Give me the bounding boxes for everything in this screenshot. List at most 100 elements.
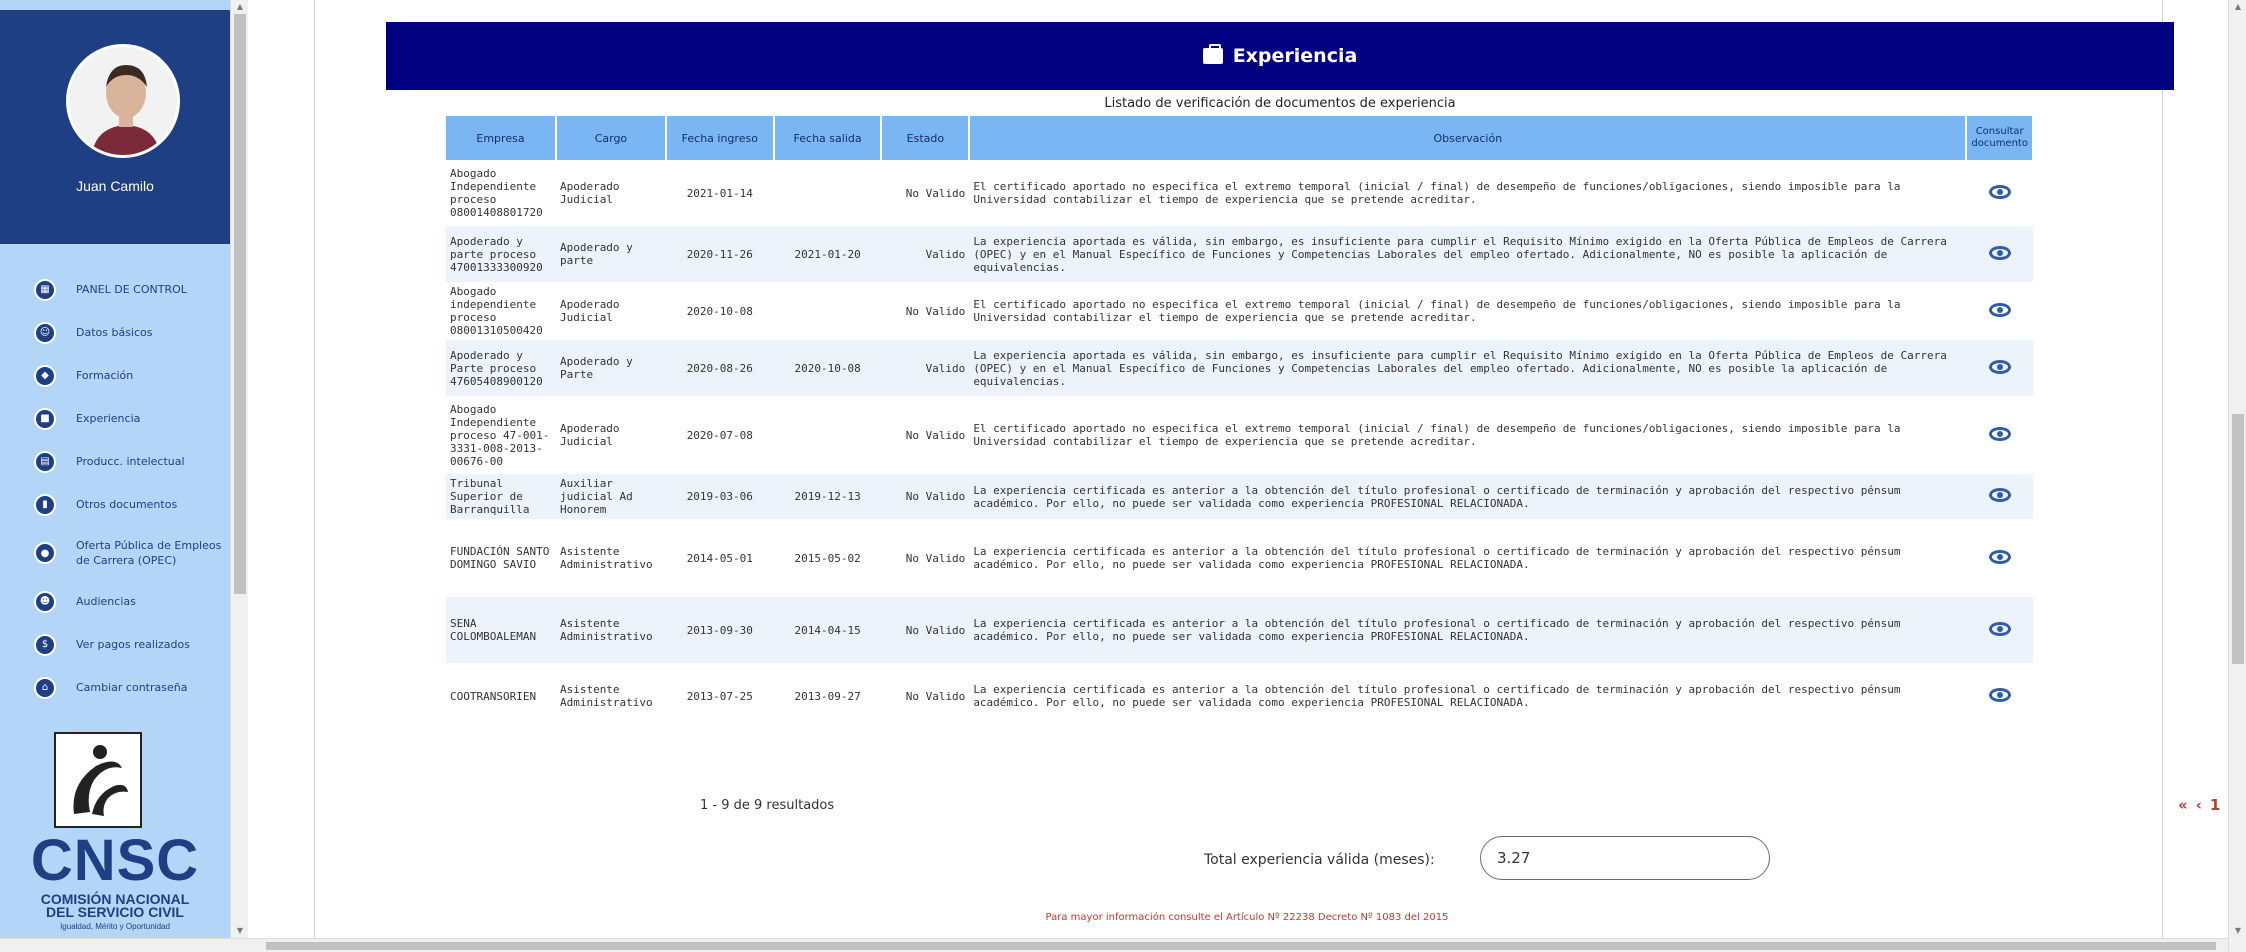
section-title: Experiencia bbox=[1232, 45, 1358, 67]
table-row: SENA COLOMBOALEMAN Asistente Administrati… bbox=[446, 597, 2033, 663]
table-row: Abogado Independiente proceso 47-001-333… bbox=[446, 396, 2033, 474]
cell-fecha-salida bbox=[774, 160, 882, 226]
total-experience-label: Total experiencia válida (meses): bbox=[1204, 852, 1435, 868]
view-document-icon[interactable] bbox=[1988, 549, 2011, 564]
prev-page-button[interactable]: ‹ bbox=[2196, 796, 2202, 814]
view-document-icon[interactable] bbox=[1988, 426, 2011, 441]
page-scrollbar[interactable]: ▲ ▼ bbox=[2228, 0, 2246, 952]
username: Juan Camilo bbox=[76, 178, 154, 194]
cell-cargo: Asistente Administrativo bbox=[559, 545, 653, 571]
logo-mark bbox=[54, 732, 142, 828]
col-cargo[interactable]: Cargo bbox=[555, 116, 667, 160]
results-count: 1 - 9 de 9 resultados bbox=[700, 798, 835, 813]
cell-estado: No Valido bbox=[881, 597, 970, 663]
cell-cargo: Auxiliar judicial Ad Honorem bbox=[555, 474, 666, 519]
cell-observacion: El certificado aportado no especifica el… bbox=[973, 298, 1901, 324]
total-experience-field[interactable] bbox=[1480, 836, 1770, 880]
sidebar-item-label: Experiencia bbox=[76, 412, 141, 425]
cell-fecha-ingreso: 2020-08-26 bbox=[665, 340, 774, 396]
sidebar-item-otros-documentos[interactable]: ▮ Otros documentos bbox=[0, 483, 230, 526]
table-row: Apoderado y Parte proceso 47605408900120… bbox=[446, 340, 2033, 396]
cell-observacion: La experiencia certificada es anterior a… bbox=[969, 474, 1967, 519]
view-document-icon[interactable] bbox=[1988, 359, 2011, 374]
cell-fecha-salida: 2019-12-13 bbox=[773, 474, 882, 519]
sidebar-item-label: PANEL DE CONTROL bbox=[76, 283, 187, 296]
page-scrollbar-thumb[interactable] bbox=[2232, 414, 2244, 664]
view-document-icon[interactable] bbox=[1988, 488, 2011, 502]
view-document-icon[interactable] bbox=[1988, 302, 2011, 317]
view-document-icon[interactable] bbox=[1988, 245, 2011, 260]
audience-icon: ☻ bbox=[34, 590, 56, 613]
sidebar-item-experiencia[interactable]: ■ Experiencia bbox=[0, 397, 230, 440]
cell-fecha-salida: 2021-01-20 bbox=[773, 226, 882, 282]
scroll-up-icon[interactable]: ▲ bbox=[2229, 0, 2246, 14]
sidebar-scrollbar-thumb[interactable] bbox=[234, 14, 246, 594]
view-document-icon[interactable] bbox=[1988, 687, 2011, 702]
col-fecha-ingreso[interactable]: Fecha ingreso bbox=[665, 116, 775, 160]
horizontal-scrollbar-thumb[interactable] bbox=[266, 942, 2216, 950]
scroll-up-icon[interactable]: ▲ bbox=[231, 0, 249, 14]
cell-fecha-salida bbox=[774, 396, 882, 474]
table-header-row: Empresa Cargo Fecha ingreso Fecha salida… bbox=[446, 116, 2034, 160]
avatar[interactable] bbox=[66, 44, 180, 158]
sidebar-item-datos-basicos[interactable]: ☺ Datos básicos bbox=[0, 311, 230, 354]
col-observacion[interactable]: Observación bbox=[969, 116, 1968, 160]
cell-cargo: Apoderado Judicial bbox=[559, 180, 620, 206]
cell-consultar-documento bbox=[1966, 226, 2033, 282]
current-page[interactable]: 1 bbox=[2210, 796, 2220, 814]
cell-fecha-ingreso: 2020-11-26 bbox=[665, 226, 774, 282]
card-border-right bbox=[2162, 0, 2163, 940]
sidebar-item-produccion-intelectual[interactable]: ▤ Producc. intelectual bbox=[0, 440, 230, 483]
cell-consultar-documento bbox=[1966, 519, 2033, 597]
cell-observacion: El certificado aportado no especifica el… bbox=[973, 422, 1901, 448]
col-fecha-salida[interactable]: Fecha salida bbox=[773, 116, 883, 160]
col-consultar-documento[interactable]: Consultar documento bbox=[1966, 116, 2034, 160]
scroll-down-icon[interactable]: ▼ bbox=[2229, 924, 2246, 938]
cell-estado: Valido bbox=[881, 340, 970, 396]
table-row: COOTRANSORIEN Asistente Administrativo 201… bbox=[446, 663, 2033, 729]
cell-fecha-ingreso: 2020-07-08 bbox=[686, 428, 753, 442]
cell-empresa: Tribunal Superior de Barranquilla bbox=[446, 474, 556, 519]
col-estado[interactable]: Estado bbox=[881, 116, 971, 160]
cell-observacion: La experiencia aportada es válida, sin e… bbox=[969, 226, 1967, 282]
view-document-icon[interactable] bbox=[1988, 184, 2011, 199]
cell-empresa: Apoderado y parte proceso 47001333300920 bbox=[446, 226, 556, 282]
cell-consultar-documento bbox=[1966, 340, 2033, 396]
first-page-button[interactable]: « bbox=[2178, 796, 2188, 814]
scroll-down-icon[interactable]: ▼ bbox=[231, 924, 249, 938]
sidebar-item-panel-de-control[interactable]: ▦ PANEL DE CONTROL bbox=[0, 268, 230, 311]
cell-cargo: Apoderado y Parte bbox=[555, 340, 666, 396]
app-window: Juan Camilo ▦ PANEL DE CONTROL ☺ Datos b… bbox=[0, 0, 2246, 952]
sidebar-item-cambiar-contrasena[interactable]: ⌂ Cambiar contraseña bbox=[0, 666, 230, 709]
sidebar-scrollbar[interactable]: ▲ ▼ bbox=[230, 0, 248, 952]
section-header: Experiencia bbox=[386, 22, 2174, 90]
view-document-icon[interactable] bbox=[1988, 621, 2011, 636]
briefcase-icon: ■ bbox=[34, 407, 56, 430]
cell-fecha-ingreso: 2020-10-08 bbox=[686, 304, 753, 318]
sidebar: Juan Camilo ▦ PANEL DE CONTROL ☺ Datos b… bbox=[0, 0, 230, 952]
cell-estado: No Valido bbox=[905, 186, 966, 200]
cell-empresa: Abogado Independiente proceso 0800140880… bbox=[450, 167, 543, 219]
footnote: Para mayor información consulte el Artíc… bbox=[1045, 912, 1449, 923]
cell-fecha-ingreso: 2014-05-01 bbox=[686, 551, 753, 565]
sidebar-item-formacion[interactable]: ◆ Formación bbox=[0, 354, 230, 397]
horizontal-scrollbar[interactable] bbox=[0, 938, 2228, 952]
cell-fecha-salida: 2014-04-15 bbox=[773, 597, 882, 663]
cell-consultar-documento bbox=[1966, 663, 2033, 729]
offer-icon: ● bbox=[34, 542, 56, 564]
sidebar-item-pagos[interactable]: $ Ver pagos realizados bbox=[0, 623, 230, 666]
table-row: Abogado Independiente proceso 0800140880… bbox=[446, 160, 2033, 226]
cell-observacion: La experiencia certificada es anterior a… bbox=[973, 683, 1901, 709]
sidebar-item-audiencias[interactable]: ☻ Audiencias bbox=[0, 580, 230, 623]
cell-empresa: COOTRANSORIEN bbox=[450, 689, 537, 703]
card-border-left bbox=[314, 0, 315, 940]
book-icon: ▤ bbox=[34, 450, 56, 473]
sidebar-item-label: Cambiar contraseña bbox=[76, 681, 188, 694]
experience-table: Empresa Cargo Fecha ingreso Fecha salida… bbox=[446, 116, 2034, 729]
col-empresa[interactable]: Empresa bbox=[446, 116, 557, 160]
cell-cargo: Apoderado y parte bbox=[555, 226, 666, 282]
sidebar-item-opec[interactable]: ● Oferta Pública de Empleos de Carrera (… bbox=[0, 526, 230, 580]
sidebar-item-label: Audiencias bbox=[76, 595, 136, 608]
sidebar-item-label: Ver pagos realizados bbox=[76, 638, 190, 651]
cell-cargo: Apoderado Judicial bbox=[559, 422, 620, 448]
